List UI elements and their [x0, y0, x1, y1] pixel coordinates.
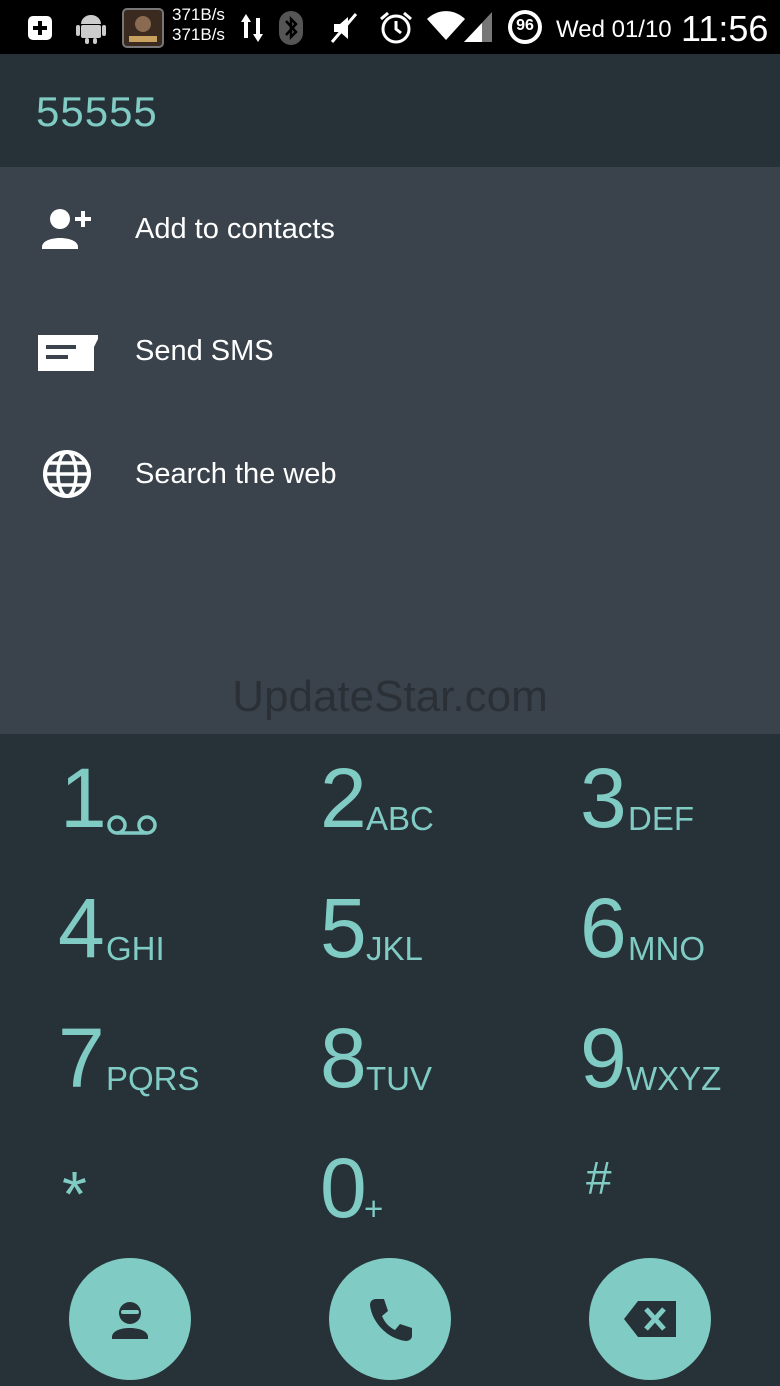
- key-digit: 1: [60, 751, 107, 845]
- search-web-label: Search the web: [135, 458, 337, 490]
- sms-icon: [38, 335, 98, 371]
- key-7[interactable]: 7 PQRS: [58, 1006, 258, 1116]
- send-sms-label: Send SMS: [135, 335, 274, 367]
- key-6[interactable]: 6 MNO: [580, 876, 780, 986]
- key-digit: 3: [580, 751, 627, 845]
- key-letters: PQRS: [106, 1060, 200, 1097]
- key-8[interactable]: 8 TUV: [320, 1006, 520, 1116]
- contacts-button[interactable]: [69, 1258, 191, 1380]
- key-digit: 8: [320, 1011, 367, 1105]
- key-0[interactable]: 0 +: [320, 1136, 520, 1246]
- add-box-icon: [28, 16, 52, 40]
- key-letters: ABC: [366, 800, 434, 837]
- key-letters: GHI: [106, 930, 165, 967]
- send-sms-item[interactable]: Send SMS: [0, 301, 780, 401]
- speed-down: 371B/s: [172, 25, 225, 44]
- add-contact-icon: [42, 209, 91, 249]
- manga-app-icon: [122, 8, 164, 48]
- status-time: 11:56: [681, 8, 769, 49]
- contacts-icon: [112, 1302, 148, 1339]
- key-letters: JKL: [366, 930, 423, 967]
- voicemail-icon: [107, 815, 157, 835]
- wifi-icon: [427, 11, 465, 40]
- key-digit: *: [62, 1158, 87, 1230]
- key-letters: TUV: [366, 1060, 432, 1097]
- key-9[interactable]: 9 WXYZ: [580, 1006, 780, 1116]
- key-digit: 2: [320, 751, 367, 845]
- status-date: Wed 01/10: [556, 16, 672, 43]
- call-button[interactable]: [329, 1258, 451, 1380]
- add-to-contacts-item[interactable]: Add to contacts: [0, 179, 780, 279]
- key-letters: WXYZ: [626, 1060, 722, 1097]
- key-digit: 7: [58, 1011, 105, 1105]
- key-2[interactable]: 2 ABC: [320, 746, 520, 856]
- key-digit: 0: [320, 1141, 367, 1235]
- network-speed: 371B/s 371B/s: [172, 5, 225, 45]
- key-5[interactable]: 5 JKL: [320, 876, 520, 986]
- alarm-icon: [380, 11, 412, 44]
- key-digit: 5: [320, 881, 367, 975]
- battery-level: 96: [516, 17, 534, 34]
- call-icon: [370, 1299, 412, 1341]
- search-web-item[interactable]: Search the web: [0, 424, 780, 524]
- android-icon: [76, 15, 106, 44]
- status-bar: 371B/s 371B/s 96 Wed 01/10 11:56: [0, 0, 780, 54]
- key-star[interactable]: *: [62, 1136, 262, 1246]
- key-hash[interactable]: #: [586, 1136, 780, 1246]
- key-1[interactable]: 1: [60, 746, 260, 856]
- mute-icon: [330, 13, 358, 43]
- key-digit: 6: [580, 881, 627, 975]
- dialer-suggestions: Add to contacts Send SMS Search the web …: [0, 167, 780, 734]
- key-4[interactable]: 4 GHI: [58, 876, 258, 986]
- bluetooth-icon: [279, 11, 303, 45]
- key-digit: 4: [58, 881, 105, 975]
- backspace-button[interactable]: [589, 1258, 711, 1380]
- globe-icon: [43, 450, 91, 498]
- speed-up: 371B/s: [172, 5, 225, 24]
- key-3[interactable]: 3 DEF: [580, 746, 780, 856]
- key-digit: 9: [580, 1011, 627, 1105]
- backspace-icon: [624, 1301, 676, 1337]
- key-letters: +: [364, 1190, 384, 1227]
- data-transfer-icon: [241, 14, 263, 42]
- watermark: UpdateStar.com: [232, 672, 548, 721]
- add-to-contacts-label: Add to contacts: [135, 213, 335, 245]
- dialed-number-bar[interactable]: 55555: [0, 54, 780, 167]
- signal-icon: [464, 12, 492, 42]
- key-letters: MNO: [628, 930, 705, 967]
- key-letters: DEF: [628, 800, 694, 837]
- key-digit: #: [586, 1152, 612, 1204]
- dialed-number[interactable]: 55555: [36, 88, 158, 136]
